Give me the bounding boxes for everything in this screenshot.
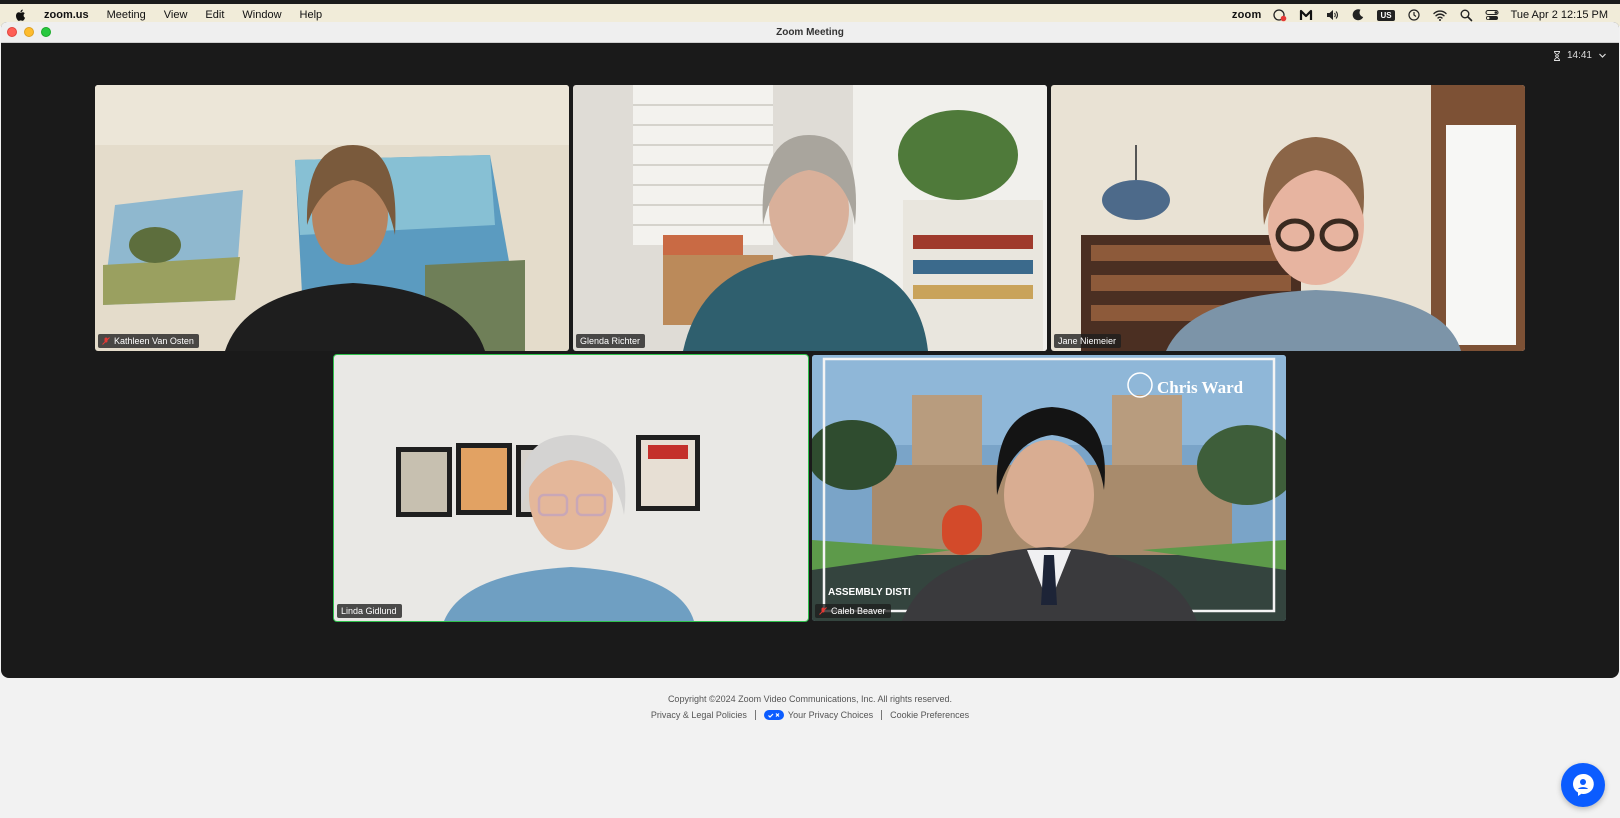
participant-name-tag: Caleb Beaver (815, 604, 891, 618)
participant-video (95, 85, 569, 351)
control-center-icon[interactable] (1485, 8, 1499, 22)
menu-meeting[interactable]: Meeting (107, 9, 146, 21)
chevron-down-icon[interactable] (1598, 51, 1607, 60)
participant-name: Kathleen Van Osten (114, 336, 194, 346)
participant-name-tag: Linda Gidlund (337, 604, 402, 618)
maximize-window-button[interactable] (41, 27, 51, 37)
zoom-meeting-window: Zoom Meeting 14:41 Kathleen Van Osten Gl… (1, 22, 1619, 678)
video-tile-kathleen[interactable]: Kathleen Van Osten (95, 85, 569, 351)
wifi-icon[interactable] (1432, 8, 1447, 22)
malwarebytes-icon[interactable] (1299, 8, 1313, 22)
footer-divider (754, 710, 756, 720)
menu-help[interactable]: Help (300, 9, 323, 21)
participant-name: Jane Niemeier (1058, 336, 1117, 346)
window-title: Zoom Meeting (776, 26, 844, 38)
time-machine-icon[interactable] (1407, 8, 1421, 22)
spotlight-icon[interactable] (1459, 8, 1473, 22)
hourglass-icon (1553, 50, 1560, 61)
zoom-status-logo[interactable]: zoom (1232, 9, 1262, 21)
video-tile-jane[interactable]: Jane Niemeier (1051, 85, 1525, 351)
mic-muted-icon (102, 337, 110, 345)
participant-video (1051, 85, 1525, 351)
participant-name: Glenda Richter (580, 336, 641, 346)
cookie-preferences-link[interactable]: Cookie Preferences (890, 710, 969, 720)
participant-name: Caleb Beaver (831, 606, 886, 616)
participant-name-tag: Kathleen Van Osten (98, 334, 199, 348)
moon-icon[interactable] (1351, 8, 1365, 22)
window-controls (7, 27, 51, 37)
minimize-window-button[interactable] (24, 27, 34, 37)
video-tile-linda[interactable]: Linda Gidlund (333, 354, 809, 622)
chat-bot-icon (1573, 773, 1594, 796)
meeting-timer[interactable]: 14:41 (1553, 50, 1607, 61)
meeting-timer-value: 14:41 (1566, 50, 1592, 61)
close-window-button[interactable] (7, 27, 17, 37)
video-tile-caleb[interactable]: Chris Ward ASSEMBLY DISTI Caleb Beaver (812, 355, 1286, 621)
background-banner-subtitle: ASSEMBLY DISTI (828, 587, 911, 598)
privacy-choices-link[interactable]: Your Privacy Choices (763, 710, 874, 720)
participant-name: Linda Gidlund (341, 606, 397, 616)
participant-name-tag: Jane Niemeier (1054, 334, 1122, 348)
participant-name-tag: Glenda Richter (576, 334, 646, 348)
privacy-choices-icon (763, 710, 784, 720)
page-footer: Copyright ©2024 Zoom Video Communication… (0, 694, 1620, 720)
zoom-status-icon[interactable] (1273, 8, 1287, 22)
privacy-choices-label: Your Privacy Choices (787, 710, 874, 720)
background-banner-title: Chris Ward (1157, 378, 1244, 397)
menu-app-zoom[interactable]: zoom.us (44, 9, 89, 21)
menubar-status-area: zoom US Tue Apr 2 12:15 PM (1232, 8, 1608, 22)
privacy-legal-link[interactable]: Privacy & Legal Policies (651, 710, 747, 720)
menu-window[interactable]: Window (242, 9, 281, 21)
participant-video (573, 85, 1047, 351)
participant-video (334, 355, 808, 621)
footer-links: Privacy & Legal Policies Your Privacy Ch… (0, 710, 1620, 720)
menu-edit[interactable]: Edit (205, 9, 224, 21)
participant-video: Chris Ward ASSEMBLY DISTI (812, 355, 1286, 621)
input-source-badge[interactable]: US (1377, 9, 1395, 21)
copyright-text: Copyright ©2024 Zoom Video Communication… (667, 694, 953, 704)
apple-icon[interactable] (14, 8, 28, 22)
footer-divider (881, 710, 883, 720)
video-tile-glenda[interactable]: Glenda Richter (573, 85, 1047, 351)
volume-icon[interactable] (1325, 8, 1339, 22)
window-titlebar[interactable]: Zoom Meeting (1, 22, 1619, 43)
menubar-clock[interactable]: Tue Apr 2 12:15 PM (1511, 9, 1608, 21)
support-chat-button[interactable] (1561, 763, 1605, 807)
menu-view[interactable]: View (164, 9, 188, 21)
mic-muted-icon (819, 607, 827, 615)
